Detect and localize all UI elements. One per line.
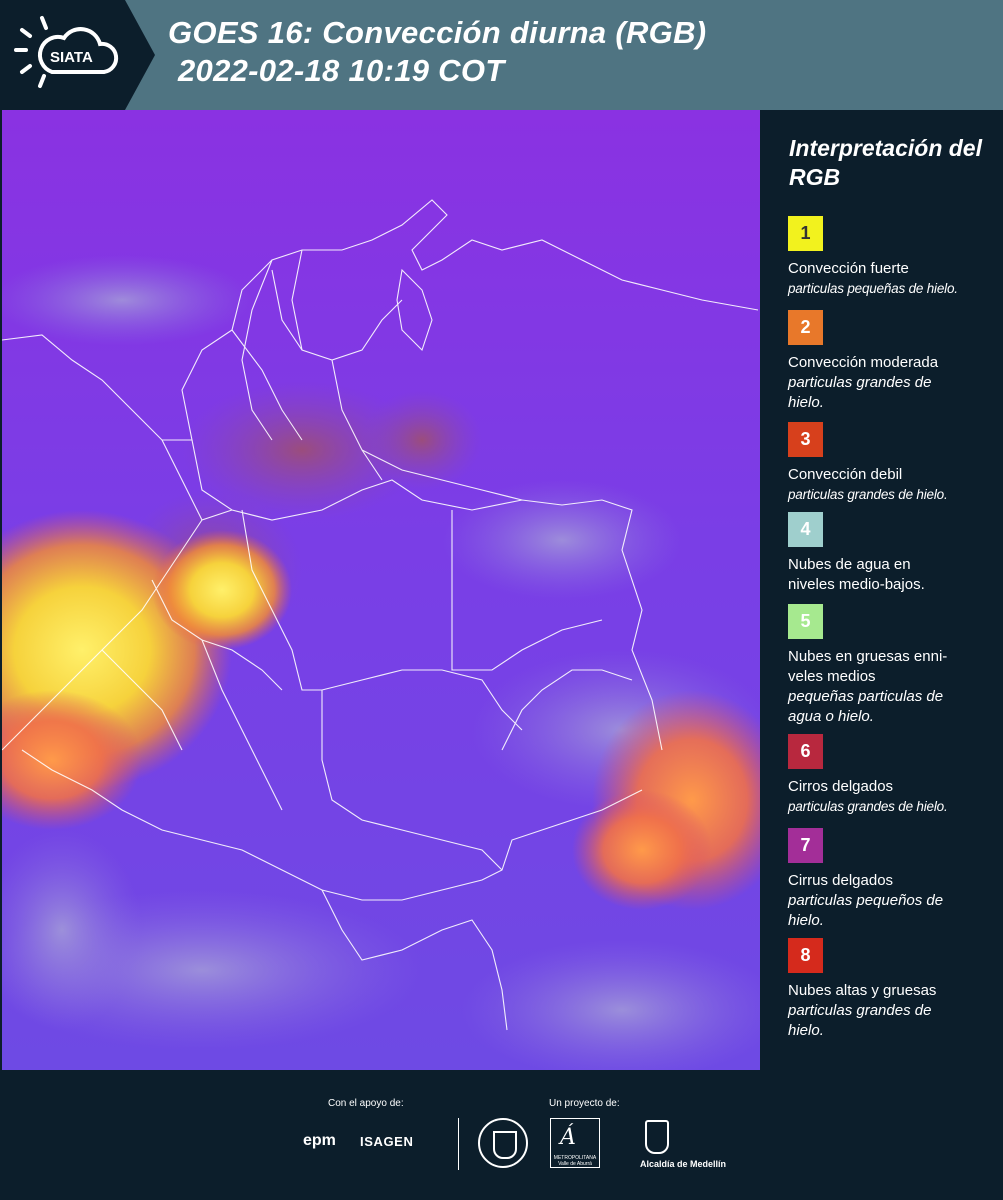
alcaldia-shield-icon bbox=[645, 1120, 669, 1154]
epm-logo: epm bbox=[303, 1132, 336, 1149]
legend-sub-7: particulas pequeños de hielo. bbox=[788, 892, 944, 929]
legend-item-3: 3 Convección debil particulas grandes de… bbox=[788, 422, 998, 505]
isagen-logo: ISAGEN bbox=[360, 1134, 414, 1149]
legend-item-7: 7 Cirrus delgados particulas pequeños de… bbox=[788, 828, 998, 931]
legend-sub-8: particulas grandes de hielo. bbox=[788, 1002, 932, 1039]
legend-label-2: Convección moderada bbox=[788, 354, 939, 371]
legend-item-1: 1 Convección fuerte particulas pequeñas … bbox=[788, 216, 998, 299]
footer-divider bbox=[458, 1118, 459, 1170]
legend-swatch-5: 5 bbox=[788, 604, 823, 639]
legend-swatch-6: 6 bbox=[788, 734, 823, 769]
title-timestamp: 2022-02-18 10:19 COT bbox=[178, 53, 505, 88]
legend-sub-1: particulas pequeñas de hielo. bbox=[788, 281, 958, 296]
title-line-1: GOES 16: Convección diurna (RGB) bbox=[168, 15, 707, 50]
support-label: Con el apoyo de: bbox=[328, 1098, 404, 1109]
legend-title: Interpretación del RGB bbox=[789, 135, 982, 190]
legend-swatch-2: 2 bbox=[788, 310, 823, 345]
legend-label-5: Nubes en gruesas enni-veles medios bbox=[788, 648, 948, 685]
legend-swatch-8: 8 bbox=[788, 938, 823, 973]
svg-text:SIATA: SIATA bbox=[50, 49, 93, 66]
area-metropolitana-text: METROPOLITANA Valle de Aburrá bbox=[553, 1155, 597, 1167]
legend-label-3: Convección debil bbox=[788, 466, 903, 483]
legend-swatch-7: 7 bbox=[788, 828, 823, 863]
legend-sub-6: particulas grandes de hielo. bbox=[788, 799, 948, 814]
legend-item-4: 4 Nubes de agua en niveles medio-bajos. bbox=[788, 512, 998, 595]
sun-cloud-icon: SIATA bbox=[14, 16, 119, 88]
legend-item-8: 8 Nubes altas y gruesas particulas grand… bbox=[788, 938, 998, 1041]
legend-label-6: Cirros delgados bbox=[788, 778, 894, 795]
legend-label-1: Convección fuerte bbox=[788, 260, 909, 277]
legend-item-5: 5 Nubes en gruesas enni-veles medios peq… bbox=[788, 604, 998, 727]
university-seal-icon bbox=[478, 1118, 528, 1168]
legend-label-4: Nubes de agua en niveles medio-bajos. bbox=[788, 556, 925, 593]
legend-swatch-1: 1 bbox=[788, 216, 823, 251]
area-script-icon: Á bbox=[560, 1125, 576, 1150]
siata-logo: SIATA bbox=[0, 0, 155, 110]
legend-sub-2: particulas grandes de hielo. bbox=[788, 374, 932, 411]
rgb-composite-image bbox=[2, 110, 760, 1070]
legend-sub-3: particulas grandes de hielo. bbox=[788, 487, 948, 502]
legend-swatch-4: 4 bbox=[788, 512, 823, 547]
project-label: Un proyecto de: bbox=[549, 1098, 620, 1109]
header-bar: SIATA GOES 16: Convección diurna (RGB) 2… bbox=[0, 0, 1003, 110]
footer: Con el apoyo de: Un proyecto de: epm ISA… bbox=[0, 1070, 1003, 1200]
legend-item-6: 6 Cirros delgados particulas grandes de … bbox=[788, 734, 998, 817]
alcaldia-logo-text: Alcaldía de Medellín bbox=[640, 1159, 727, 1169]
legend-swatch-3: 3 bbox=[788, 422, 823, 457]
legend-sub-5: pequeñas particulas de agua o hielo. bbox=[788, 688, 944, 725]
legend-panel: Interpretación del RGB 1 Convección fuer… bbox=[760, 110, 1003, 1070]
satellite-map[interactable] bbox=[2, 110, 760, 1070]
legend-label-7: Cirrus delgados bbox=[788, 872, 894, 889]
page-title: GOES 16: Convección diurna (RGB) 2022-02… bbox=[168, 14, 706, 90]
legend-label-8: Nubes altas y gruesas bbox=[788, 982, 937, 999]
legend-item-2: 2 Convección moderada particulas grandes… bbox=[788, 310, 998, 413]
